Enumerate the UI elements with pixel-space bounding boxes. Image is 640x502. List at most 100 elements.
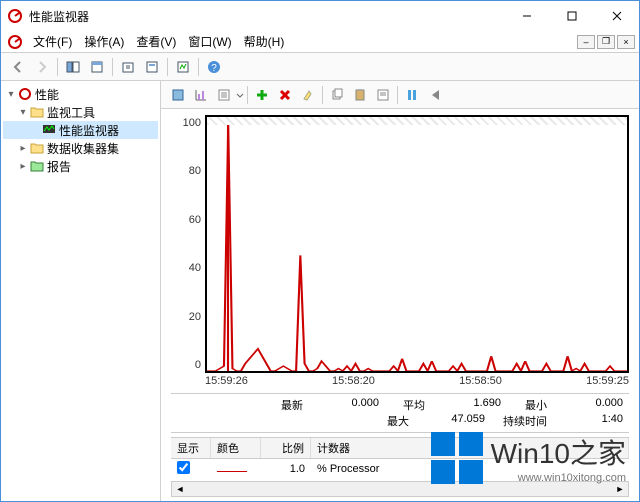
folder-icon bbox=[29, 104, 45, 120]
toolbar-separator bbox=[167, 58, 168, 76]
chart-area: 100 80 60 40 20 0 bbox=[161, 109, 639, 501]
highlight-button[interactable] bbox=[297, 84, 319, 106]
legend-counter: % Processor bbox=[311, 461, 629, 477]
stat-latest-label: 最新 bbox=[263, 397, 303, 413]
report-folder-icon bbox=[29, 158, 45, 174]
stat-latest-value: 0.000 bbox=[309, 397, 379, 413]
y-tick: 20 bbox=[171, 311, 201, 323]
export-button[interactable] bbox=[117, 56, 139, 78]
mdi-close-button[interactable]: × bbox=[617, 35, 635, 49]
toolbar-separator bbox=[397, 86, 398, 104]
menu-window[interactable]: 窗口(W) bbox=[182, 33, 237, 50]
y-axis: 100 80 60 40 20 0 bbox=[171, 115, 205, 373]
freeze-button[interactable] bbox=[401, 84, 423, 106]
tree-monitoring-tools[interactable]: ▾ 监视工具 bbox=[3, 103, 158, 121]
refresh-button[interactable] bbox=[172, 56, 194, 78]
y-tick: 80 bbox=[171, 165, 201, 177]
stat-max-value: 47.059 bbox=[415, 413, 485, 429]
legend-show-checkbox[interactable] bbox=[177, 461, 190, 474]
scroll-right-icon[interactable]: ► bbox=[612, 482, 628, 496]
expand-icon[interactable]: ▸ bbox=[17, 143, 29, 154]
main-window: 性能监视器 文件(F) 操作(A) 查看(V) 窗口(W) 帮助(H) – ❐ … bbox=[0, 0, 640, 502]
tree-perf-monitor[interactable]: 性能监视器 bbox=[3, 121, 158, 139]
collapse-icon[interactable]: ▾ bbox=[17, 107, 29, 118]
y-tick: 100 bbox=[171, 117, 201, 129]
stat-duration-label: 持续时间 bbox=[491, 413, 547, 429]
tree-label: 数据收集器集 bbox=[47, 140, 119, 157]
toolbar-separator bbox=[322, 86, 323, 104]
tree-label: 报告 bbox=[47, 158, 71, 175]
copy-button[interactable] bbox=[326, 84, 348, 106]
close-button[interactable] bbox=[594, 1, 639, 31]
collapse-icon[interactable]: ▾ bbox=[5, 89, 17, 100]
new-window-button[interactable] bbox=[86, 56, 108, 78]
mdi-minimize-button[interactable]: – bbox=[577, 35, 595, 49]
view-log-button[interactable] bbox=[213, 84, 235, 106]
view-graph-button[interactable] bbox=[190, 84, 212, 106]
titlebar[interactable]: 性能监视器 bbox=[1, 1, 639, 31]
legend-col-show[interactable]: 显示 bbox=[171, 438, 211, 458]
show-hide-tree-button[interactable] bbox=[62, 56, 84, 78]
menubar: 文件(F) 操作(A) 查看(V) 窗口(W) 帮助(H) – ❐ × bbox=[1, 31, 639, 53]
chart-pane: 100 80 60 40 20 0 bbox=[161, 81, 639, 501]
main-toolbar: ? bbox=[1, 53, 639, 81]
menu-view[interactable]: 查看(V) bbox=[130, 33, 182, 50]
stat-min-value: 0.000 bbox=[553, 397, 623, 413]
legend-row[interactable]: 1.0 % Processor bbox=[171, 459, 629, 479]
legend-scale: 1.0 bbox=[261, 461, 311, 477]
legend-col-color[interactable]: 颜色 bbox=[211, 438, 261, 458]
toolbar-separator bbox=[247, 86, 248, 104]
add-counter-button[interactable] bbox=[251, 84, 273, 106]
stat-avg-label: 平均 bbox=[385, 397, 425, 413]
folder-icon bbox=[29, 140, 45, 156]
toolbar-separator bbox=[57, 58, 58, 76]
chart-toolbar bbox=[161, 81, 639, 109]
properties-button[interactable] bbox=[141, 56, 163, 78]
update-button[interactable] bbox=[424, 84, 446, 106]
x-tick: 15:58:50 bbox=[459, 375, 502, 387]
window-title: 性能监视器 bbox=[29, 8, 504, 25]
stat-avg-value: 1.690 bbox=[431, 397, 501, 413]
tree-label: 性能监视器 bbox=[59, 122, 119, 139]
help-button[interactable]: ? bbox=[203, 56, 225, 78]
legend-scrollbar[interactable]: ◄ ► bbox=[171, 481, 629, 497]
mdi-restore-button[interactable]: ❐ bbox=[597, 35, 615, 49]
legend-col-scale[interactable]: 比例 bbox=[261, 438, 311, 458]
menu-help[interactable]: 帮助(H) bbox=[238, 33, 291, 50]
x-axis: 15:59:26 15:58:20 15:58:50 15:59:25 bbox=[171, 373, 629, 393]
svg-text:?: ? bbox=[211, 63, 217, 74]
delete-counter-button[interactable] bbox=[274, 84, 296, 106]
line-chart bbox=[207, 125, 627, 371]
stat-max-label: 最大 bbox=[369, 413, 409, 429]
back-button[interactable] bbox=[7, 56, 29, 78]
nav-tree[interactable]: ▾ 性能 ▾ 监视工具 性能监视器 ▸ 数据收集器集 ▸ 报告 bbox=[1, 81, 161, 501]
tree-perf-root[interactable]: ▾ 性能 bbox=[3, 85, 158, 103]
x-tick: 15:59:26 bbox=[205, 375, 248, 387]
toolbar-separator bbox=[112, 58, 113, 76]
tree-data-collector-sets[interactable]: ▸ 数据收集器集 bbox=[3, 139, 158, 157]
maximize-button[interactable] bbox=[549, 1, 594, 31]
menu-app-icon bbox=[7, 34, 23, 50]
plot-box[interactable] bbox=[205, 115, 629, 373]
minimize-button[interactable] bbox=[504, 1, 549, 31]
tree-reports[interactable]: ▸ 报告 bbox=[3, 157, 158, 175]
tree-label: 监视工具 bbox=[47, 104, 95, 121]
forward-button[interactable] bbox=[31, 56, 53, 78]
y-tick: 40 bbox=[171, 262, 201, 274]
x-tick: 15:59:25 bbox=[586, 375, 629, 387]
y-tick: 60 bbox=[171, 214, 201, 226]
properties-button[interactable] bbox=[372, 84, 394, 106]
legend-header[interactable]: 显示 颜色 比例 计数器 bbox=[171, 437, 629, 459]
expand-icon[interactable]: ▸ bbox=[17, 161, 29, 172]
tree-label: 性能 bbox=[35, 86, 59, 103]
monitor-icon bbox=[41, 122, 57, 138]
menu-action[interactable]: 操作(A) bbox=[78, 33, 130, 50]
legend-color-swatch bbox=[217, 471, 247, 472]
dropdown-icon[interactable] bbox=[236, 88, 244, 102]
menu-file[interactable]: 文件(F) bbox=[27, 33, 78, 50]
stat-duration-value: 1:40 bbox=[553, 413, 623, 429]
view-current-button[interactable] bbox=[167, 84, 189, 106]
legend-col-counter[interactable]: 计数器 bbox=[311, 438, 629, 458]
paste-button[interactable] bbox=[349, 84, 371, 106]
scroll-left-icon[interactable]: ◄ bbox=[172, 482, 188, 496]
